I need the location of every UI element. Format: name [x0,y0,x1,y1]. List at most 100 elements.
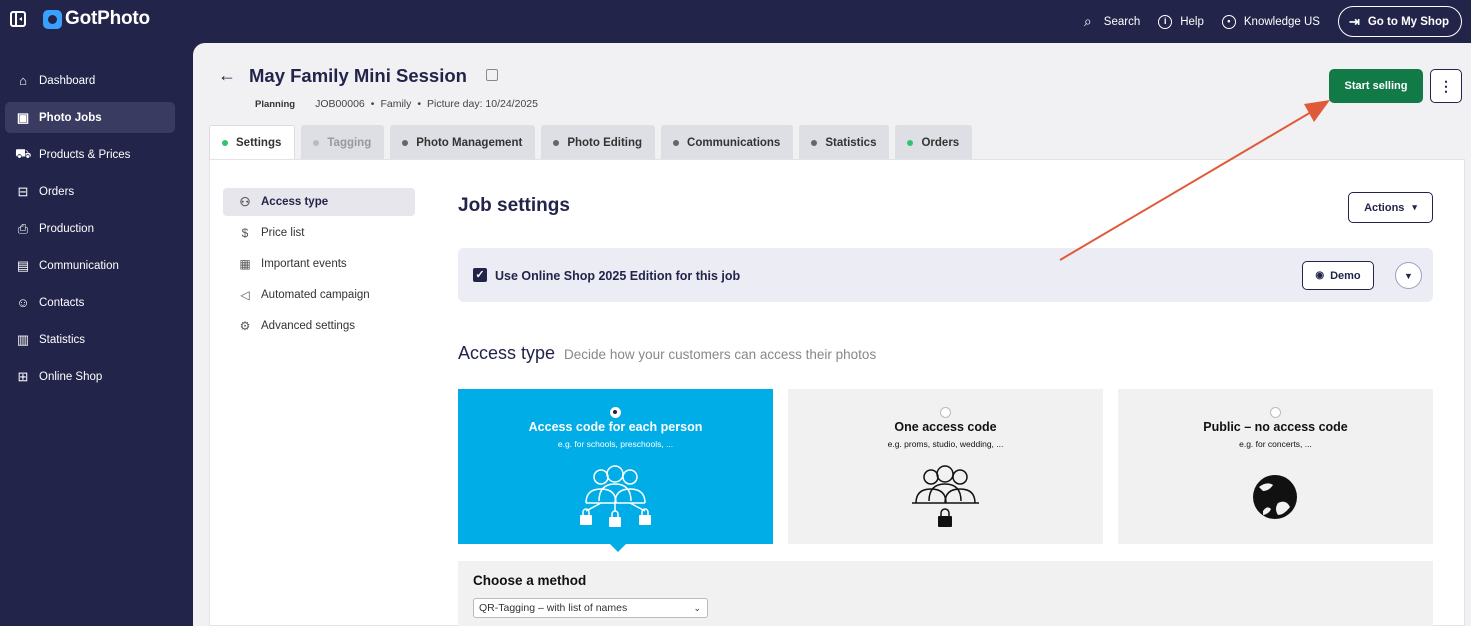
sidebar-item-dashboard[interactable]: ⌂ Dashboard [5,65,175,96]
card-title: Access code for each person [528,420,703,434]
tab-photo-editing[interactable]: Photo Editing [541,125,656,160]
sidebar-item-contacts[interactable]: ☺ Contacts [5,287,175,318]
knowledge-link[interactable]: • Knowledge US [1221,14,1320,29]
search-label: Search [1103,15,1141,28]
gear-icon: ⚙ [239,319,251,333]
settings-nav-label: Price list [261,227,305,239]
sidebar-item-online-shop[interactable]: ⊞ Online Shop [5,361,175,392]
job-type: Family [380,98,412,110]
sidebar-item-label: Communication [39,259,119,272]
status-dot-icon [553,139,560,146]
separator-dot: • [370,98,375,110]
sidebar-item-label: Photo Jobs [39,111,102,124]
job-meta: Planning JOB00006 • Family • Picture day… [255,98,538,110]
logo[interactable]: GotPhoto [43,8,150,30]
method-select[interactable]: QR-Tagging – with list of names ⌄ [473,598,708,618]
help-label: Help [1180,15,1204,28]
sidebar-item-statistics[interactable]: ▥ Statistics [5,324,175,355]
settings-nav-important-events[interactable]: ▦ Important events [223,250,415,278]
store-icon: ⊞ [17,368,29,384]
go-to-shop-button[interactable]: ⇥ Go to My Shop [1337,6,1462,37]
sidebar-item-label: Products & Prices [39,148,131,161]
tab-settings[interactable]: Settings [209,125,296,160]
info-icon: i [1158,14,1173,29]
help-link[interactable]: i Help [1158,14,1204,29]
back-arrow-icon[interactable]: ← [218,65,236,86]
tab-label: Statistics [825,136,877,149]
sidebar-item-label: Contacts [39,296,85,309]
radio-button[interactable] [940,407,951,418]
printer-icon: ⎙ [17,220,29,236]
chat-icon: ▤ [16,257,30,273]
demo-button[interactable]: ◉ Demo [1302,261,1374,290]
settings-nav-price-list[interactable]: $ Price list [223,219,415,247]
settings-nav-access-type[interactable]: ⚇ Access type [223,188,415,216]
globe-icon [1253,475,1297,519]
access-type-title: Access type [458,343,556,363]
search-icon: ⌕ [1083,13,1092,29]
dollar-icon: $ [241,226,249,240]
more-options-button[interactable]: ⋮ [1430,69,1462,103]
settings-nav: ⚇ Access type $ Price list ▦ Important e… [223,188,415,343]
exit-arrow-icon: ⇥ [1348,13,1360,29]
tab-photo-management[interactable]: Photo Management [390,125,536,160]
tab-label: Communications [687,136,781,149]
status-dot-icon [313,139,320,146]
tab-label: Photo Management [416,136,523,149]
eye-icon: ◉ [1315,270,1325,281]
method-title: Choose a method [473,573,587,588]
chevron-down-icon: ▼ [1404,270,1413,281]
status-dot-icon [673,139,680,146]
home-icon: ⌂ [19,73,27,88]
kebab-icon: ⋮ [1439,77,1453,94]
sidebar-item-orders[interactable]: ⊟ Orders [5,176,175,207]
section-heading: Job settings [458,195,570,216]
expand-button[interactable]: ▼ [1395,262,1422,289]
group-lock-icon [912,465,979,527]
chart-icon: ▥ [16,331,30,347]
settings-nav-automated-campaign[interactable]: ◁ Automated campaign [223,281,415,309]
user-circle-icon: • [1221,14,1236,29]
image-icon: ▣ [16,109,30,125]
access-card-public[interactable]: Public – no access code e.g. for concert… [1118,389,1433,544]
logo-mark-icon [43,9,62,29]
tab-tagging[interactable]: Tagging [301,125,385,160]
tab-label: Photo Editing [567,136,643,149]
sidebar-item-products-prices[interactable]: ⛟ Products & Prices [5,139,175,170]
access-card-one-code[interactable]: One access code e.g. proms, studio, wedd… [788,389,1103,544]
shop-edition-checkbox[interactable]: ✓ [473,268,487,282]
card-subtitle: e.g. proms, studio, wedding, ... [887,439,1004,449]
access-type-heading: Access type Decide how your customers ca… [458,343,876,364]
sidebar-item-communication[interactable]: ▤ Communication [5,250,175,281]
sidebar-item-photo-jobs[interactable]: ▣ Photo Jobs [5,102,175,133]
sidebar-toggle-icon[interactable] [10,11,26,27]
radio-button[interactable] [610,407,621,418]
top-links: ⌕ Search i Help • Knowledge US ⇥ Go to M… [1080,0,1471,43]
card-subtitle: e.g. for schools, preschools, ... [557,439,674,449]
chevron-down-icon: ▾ [1412,202,1417,212]
access-card-per-person[interactable]: Access code for each person e.g. for sch… [458,389,773,544]
go-to-shop-label: Go to My Shop [1367,15,1449,28]
search-link[interactable]: ⌕ Search [1080,13,1140,30]
calendar-edit-icon[interactable] [486,69,498,81]
tab-orders[interactable]: Orders [895,125,973,160]
tab-label: Tagging [327,136,372,149]
sidebar-item-label: Orders [39,185,75,198]
status-dot-icon [222,140,228,146]
tab-communications[interactable]: Communications [661,125,794,160]
calendar-icon: ▦ [239,257,251,271]
settings-nav-advanced-settings[interactable]: ⚙ Advanced settings [223,312,415,340]
tab-statistics[interactable]: Statistics [799,125,890,160]
megaphone-icon: ◁ [240,288,250,302]
sidebar: ⌂ Dashboard ▣ Photo Jobs ⛟ Products & Pr… [0,65,193,398]
settings-nav-label: Access type [261,196,329,208]
actions-dropdown-button[interactable]: Actions ▾ [1348,192,1433,223]
job-id: JOB00006 [315,98,365,110]
start-selling-button[interactable]: Start selling [1329,69,1423,103]
sidebar-item-production[interactable]: ⎙ Production [5,213,175,244]
status-dot-icon [907,139,914,146]
radio-button[interactable] [1270,407,1281,418]
picture-day: Picture day: 10/24/2025 [427,98,538,110]
box-icon: ⊟ [17,183,29,199]
settings-nav-label: Advanced settings [261,320,355,332]
